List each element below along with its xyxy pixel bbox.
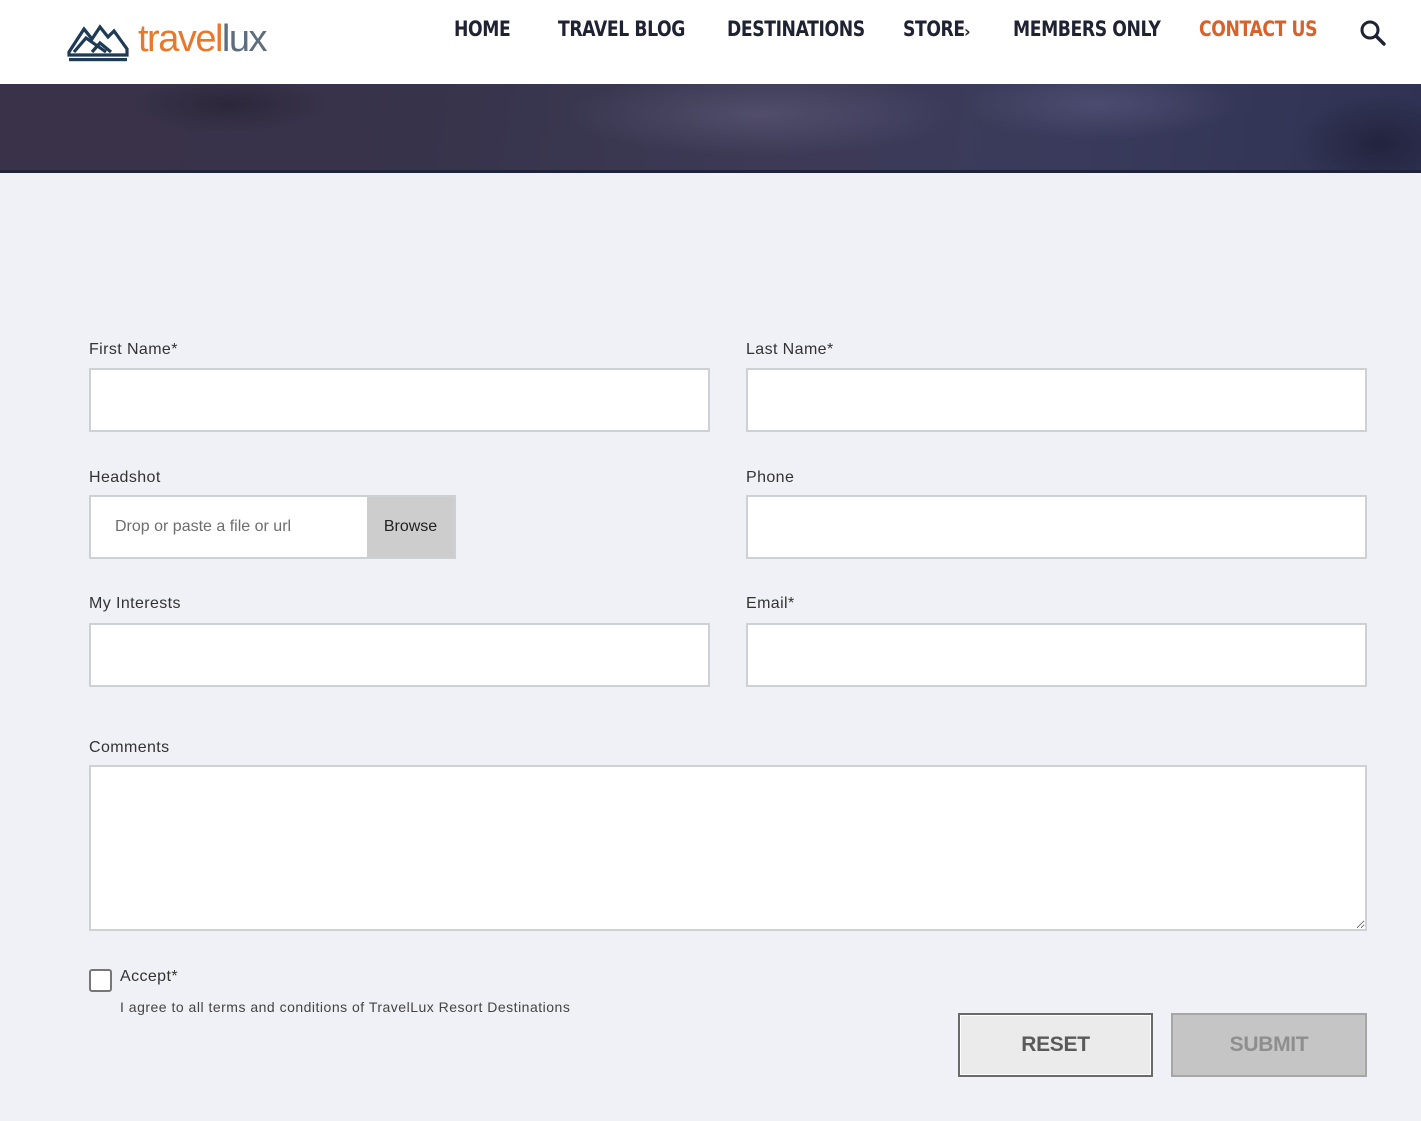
last-name-input[interactable]: [746, 368, 1367, 432]
submit-button[interactable]: SUBMIT: [1171, 1013, 1367, 1077]
comments-textarea[interactable]: [89, 765, 1367, 931]
phone-input[interactable]: [746, 495, 1367, 559]
nav-home[interactable]: HOME: [454, 17, 511, 47]
accept-checkbox[interactable]: [89, 969, 112, 992]
site-header: travellux HOME TRAVEL BLOG DESTINATIONS …: [0, 0, 1421, 84]
browse-button[interactable]: Browse: [367, 495, 456, 559]
logo-wordmark: travellux: [138, 18, 268, 60]
nav-travel-blog[interactable]: TRAVEL BLOG: [558, 17, 685, 47]
last-name-label: Last Name*: [746, 341, 834, 358]
email-label: Email*: [746, 595, 795, 612]
site-logo[interactable]: travellux: [66, 18, 268, 64]
headshot-label: Headshot: [89, 469, 161, 486]
email-input[interactable]: [746, 623, 1367, 687]
search-button[interactable]: [1359, 19, 1387, 47]
nav-contact-us[interactable]: CONTACT US: [1199, 17, 1318, 47]
terms-description: I agree to all terms and conditions of T…: [120, 999, 571, 1015]
search-icon: [1360, 20, 1386, 46]
nav-destinations[interactable]: DESTINATIONS: [727, 17, 865, 47]
interests-label: My Interests: [89, 595, 181, 612]
nav-members-only[interactable]: MEMBERS ONLY: [1013, 17, 1161, 47]
reset-button[interactable]: RESET: [958, 1013, 1153, 1077]
chevron-right-icon[interactable]: ›: [964, 22, 971, 41]
nav-store[interactable]: STORE: [903, 17, 965, 47]
hero-banner-image: [0, 84, 1421, 173]
interests-input[interactable]: [89, 623, 710, 687]
accept-label[interactable]: Accept*: [120, 968, 178, 986]
comments-label: Comments: [89, 739, 170, 756]
first-name-label: First Name*: [89, 341, 178, 358]
mountain-logo-icon: [67, 24, 129, 62]
phone-label: Phone: [746, 469, 795, 486]
first-name-input[interactable]: [89, 368, 710, 432]
headshot-drop-zone[interactable]: Drop or paste a file or url: [89, 495, 367, 559]
